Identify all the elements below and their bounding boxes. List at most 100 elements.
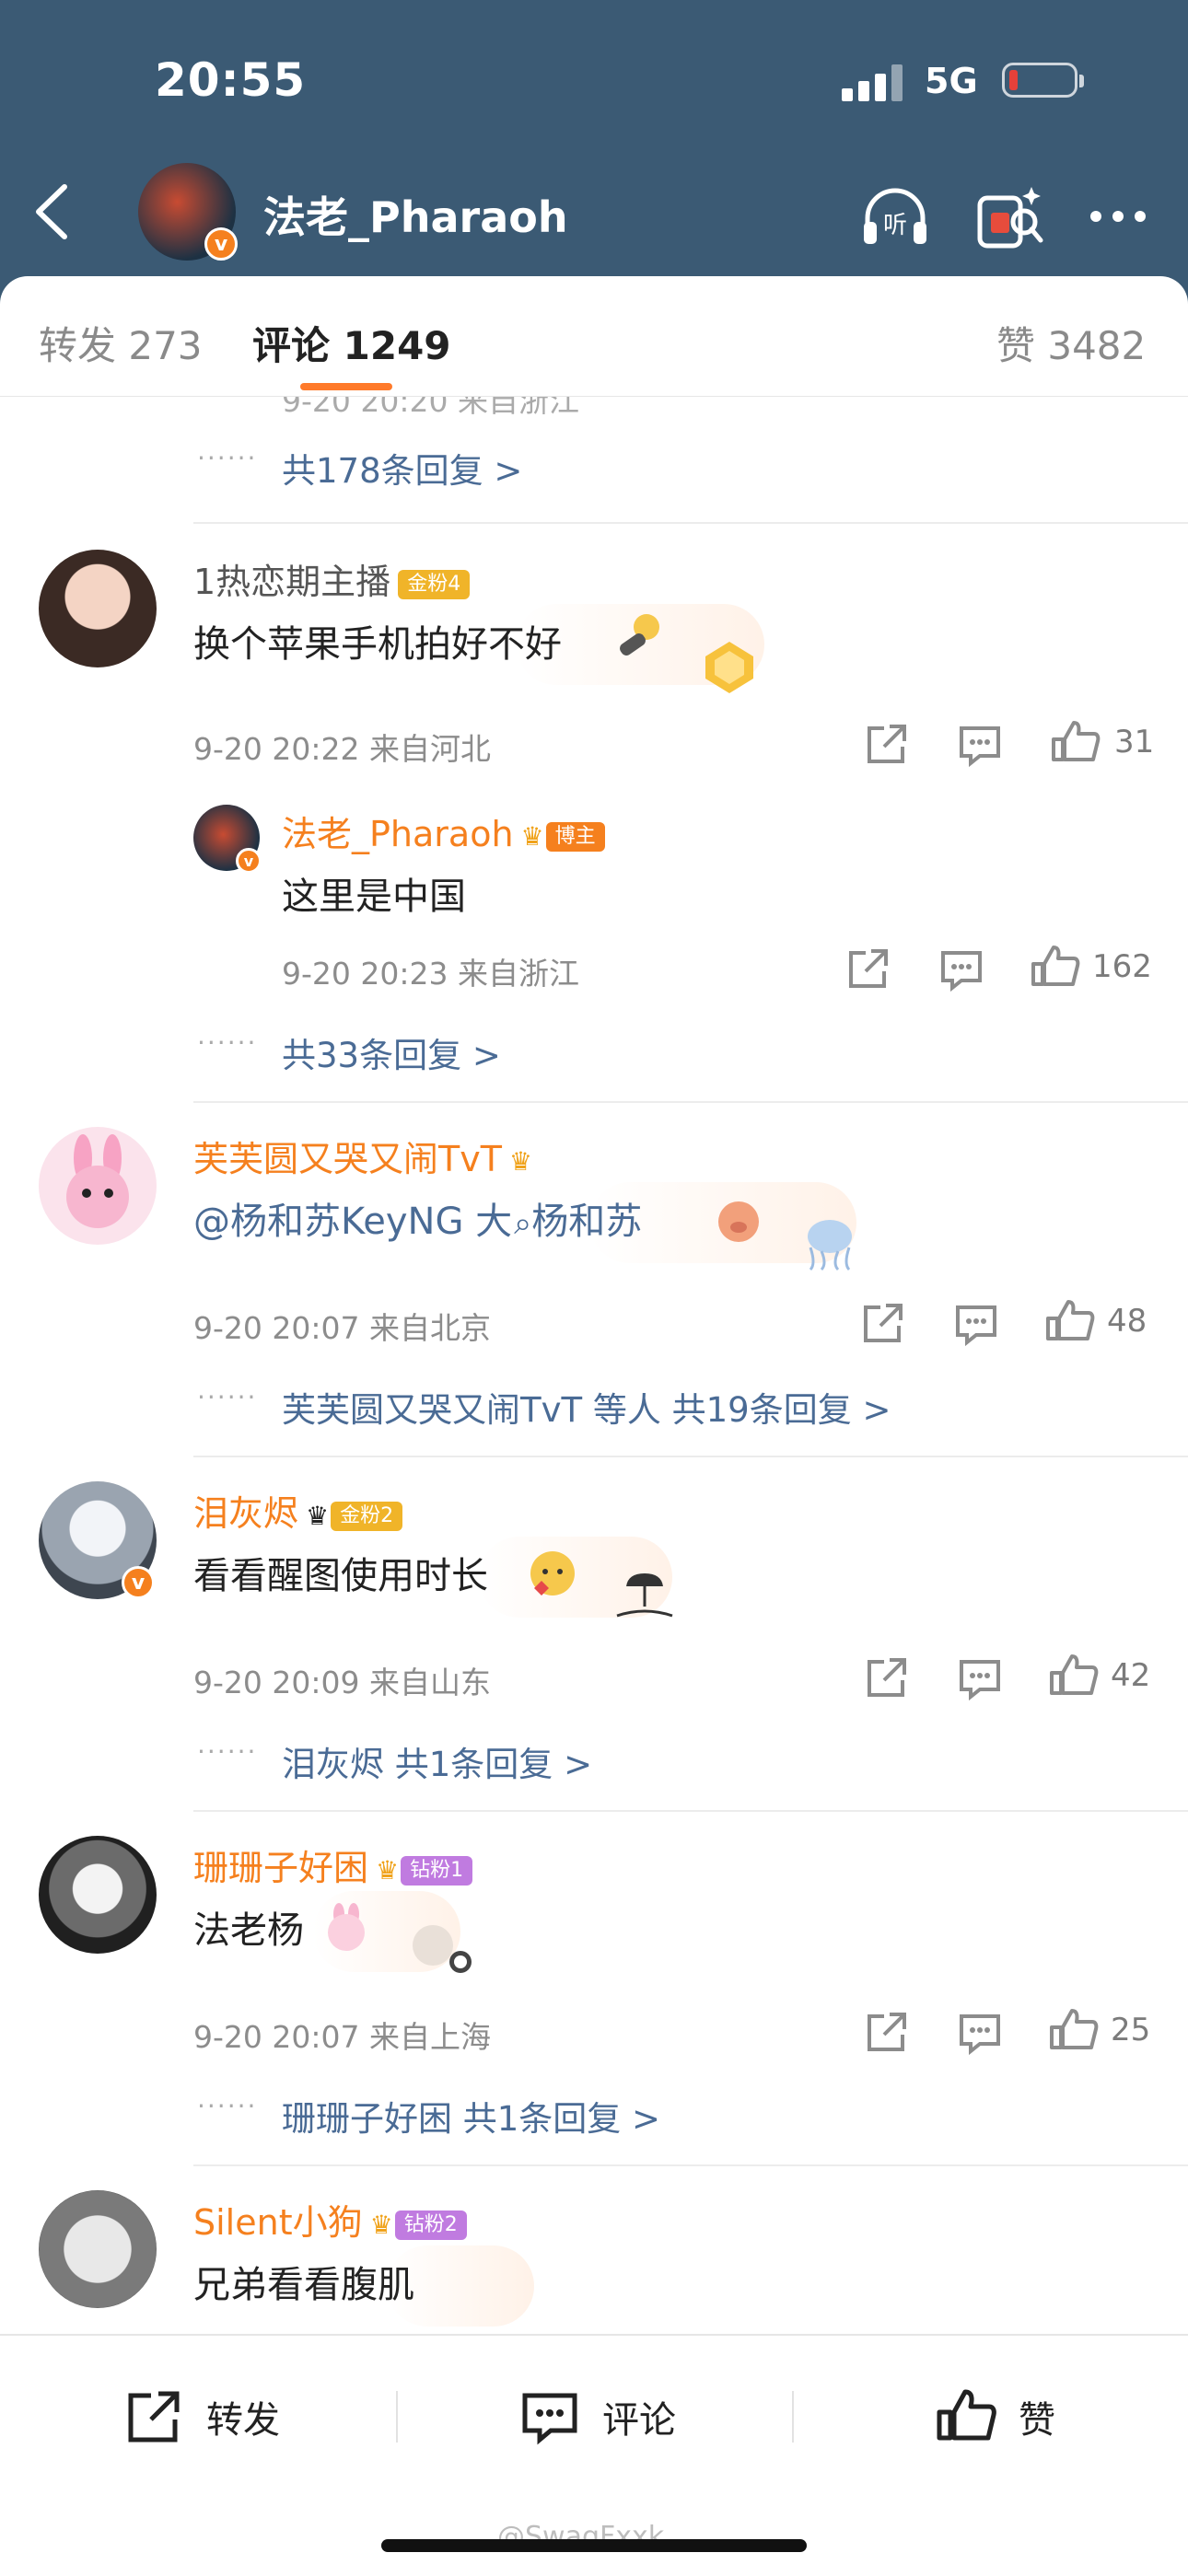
comment-icon bbox=[960, 1660, 1000, 1701]
like-button[interactable] bbox=[1028, 940, 1083, 995]
separator bbox=[792, 2391, 794, 2443]
avatar[interactable] bbox=[39, 2190, 157, 2308]
girl-sticker-icon bbox=[405, 1918, 475, 1982]
divider bbox=[193, 1456, 1188, 1457]
crown-icon: ♛ bbox=[520, 821, 544, 852]
partial-reply-meta: 9-20 20:20 来自浙江 bbox=[282, 397, 579, 419]
like-count: 42 bbox=[1111, 1657, 1151, 1694]
like-icon bbox=[1046, 1300, 1095, 1340]
like-action-button[interactable]: 赞 bbox=[934, 2380, 1055, 2454]
share-button[interactable] bbox=[858, 2005, 914, 2060]
comment-icon bbox=[522, 2393, 577, 2445]
share-button[interactable] bbox=[858, 717, 914, 772]
more-replies-link[interactable]: 共178条回复 > bbox=[282, 443, 522, 493]
comment-meta: 9-20 20:07 来自上海 bbox=[193, 2019, 491, 2055]
author-badge: 博主 bbox=[545, 821, 605, 852]
comment-text: @杨和苏KeyNG 大⌕杨和苏 bbox=[193, 1191, 642, 1245]
mention-link[interactable]: @杨和苏KeyNG 大 bbox=[193, 1201, 512, 1243]
avatar[interactable] bbox=[39, 550, 157, 667]
comment-button[interactable] bbox=[952, 1651, 1007, 1706]
more-replies-link[interactable]: 共33条回复 > bbox=[282, 1027, 501, 1077]
reply-dots: ······ bbox=[197, 2091, 258, 2121]
svg-text:听: 听 bbox=[883, 212, 907, 239]
battery-icon bbox=[1002, 63, 1084, 98]
reply-meta: 9-20 20:23 来自浙江 bbox=[282, 956, 579, 992]
comment-button[interactable] bbox=[952, 2005, 1007, 2060]
reply-dots: ······ bbox=[197, 1382, 258, 1412]
top-header: 20:55 5G v 法老_Pharaoh 听 bbox=[0, 0, 1188, 304]
active-tab-indicator bbox=[300, 383, 392, 390]
author-avatar[interactable]: v bbox=[138, 163, 238, 261]
like-icon bbox=[1050, 1654, 1099, 1695]
blushing-emoji-icon bbox=[525, 1548, 577, 1603]
home-indicator[interactable] bbox=[381, 2539, 807, 2552]
jellyfish-sticker-icon bbox=[798, 1216, 862, 1275]
comment-icon bbox=[960, 2014, 1000, 2056]
share-icon bbox=[868, 1658, 906, 1697]
page-title[interactable]: 法老_Pharaoh bbox=[263, 184, 568, 245]
comment-icon bbox=[960, 726, 1000, 768]
divider bbox=[193, 522, 1188, 524]
avatar[interactable] bbox=[39, 1127, 157, 1245]
comment-author[interactable]: 珊珊子好困 ♛ 钻粉1 bbox=[193, 1839, 473, 1890]
crown-icon: ♛ bbox=[508, 1146, 533, 1177]
tab-comments[interactable]: 评论 1249 bbox=[252, 315, 451, 371]
comment-icon bbox=[956, 1305, 996, 1347]
status-time: 20:55 bbox=[155, 53, 307, 107]
like-icon bbox=[1031, 946, 1080, 986]
search-icon: ⌕ bbox=[514, 1205, 532, 1242]
like-count: 162 bbox=[1092, 948, 1152, 985]
red-packet-button[interactable] bbox=[971, 178, 1048, 255]
like-button[interactable] bbox=[1048, 715, 1103, 771]
like-button[interactable] bbox=[1046, 2003, 1101, 2059]
search-keyword[interactable]: 杨和苏 bbox=[531, 1201, 642, 1243]
like-icon bbox=[1050, 2009, 1099, 2049]
signal-icon bbox=[842, 64, 906, 101]
tab-repost[interactable]: 转发 273 bbox=[39, 315, 203, 371]
comment-meta: 9-20 20:22 来自河北 bbox=[193, 731, 491, 767]
share-button[interactable] bbox=[855, 1296, 910, 1352]
listen-button[interactable]: 听 bbox=[856, 178, 934, 255]
more-replies-link[interactable]: 芙芙圆又哭又闹TvT 等人 共19条回复 > bbox=[282, 1382, 891, 1432]
like-button[interactable] bbox=[1046, 1649, 1101, 1704]
doodle-sticker-icon bbox=[608, 1566, 681, 1625]
more-replies-link[interactable]: 泪灰烬 共1条回复 > bbox=[282, 1736, 592, 1786]
tab-likes[interactable]: 赞 3482 bbox=[996, 315, 1146, 371]
pig-emoji-icon bbox=[713, 1194, 764, 1249]
comment-author[interactable]: Silent小狗 ♛ 钻粉2 bbox=[193, 2194, 467, 2245]
red-packet-icon bbox=[977, 187, 1043, 249]
reply-author[interactable]: 法老_Pharaoh ♛ 博主 bbox=[282, 806, 605, 856]
share-icon bbox=[128, 2391, 180, 2443]
pin-emoji-icon bbox=[611, 610, 667, 669]
share-icon bbox=[868, 725, 906, 763]
comment-author[interactable]: 泪灰烬 ♛ 金粉2 bbox=[193, 1485, 403, 1536]
comment-author[interactable]: 1热恋期主播 金粉4 bbox=[193, 553, 471, 604]
divider bbox=[193, 2164, 1188, 2166]
like-count: 31 bbox=[1114, 724, 1155, 760]
crown-icon: ♛ bbox=[369, 2210, 393, 2240]
comment-text: 兄弟看看腹肌 bbox=[193, 2264, 414, 2306]
reply-dots: ······ bbox=[197, 1027, 258, 1058]
repost-button[interactable]: 转发 bbox=[122, 2380, 280, 2454]
comment-button[interactable] bbox=[952, 717, 1007, 772]
separator bbox=[396, 2391, 398, 2443]
reply-text: 这里是中国 bbox=[282, 876, 466, 918]
share-button[interactable] bbox=[858, 1651, 914, 1706]
comment-button[interactable] bbox=[949, 1296, 1004, 1352]
like-button[interactable] bbox=[1042, 1294, 1098, 1350]
share-button[interactable] bbox=[840, 942, 895, 997]
network-type: 5G bbox=[925, 61, 978, 101]
more-button[interactable] bbox=[1079, 178, 1157, 255]
comment-button[interactable] bbox=[934, 942, 989, 997]
comment-action-button[interactable]: 评论 bbox=[518, 2380, 676, 2454]
comment-text: 换个苹果手机拍好不好 bbox=[193, 623, 562, 666]
verified-badge: v bbox=[122, 1566, 155, 1599]
avatar[interactable] bbox=[39, 1836, 157, 1954]
back-icon bbox=[36, 184, 67, 239]
back-button[interactable] bbox=[28, 180, 83, 244]
comment-list[interactable]: 9-20 20:20 来自浙江 ······ 共178条回复 > 1热恋期主播金… bbox=[0, 397, 1188, 2334]
comment-label: 评论 bbox=[602, 2399, 676, 2442]
share-icon bbox=[868, 2013, 906, 2051]
comment-author[interactable]: 芙芙圆又哭又闹TvT ♛ bbox=[193, 1131, 532, 1181]
more-replies-link[interactable]: 珊珊子好困 共1条回复 > bbox=[282, 2091, 660, 2141]
